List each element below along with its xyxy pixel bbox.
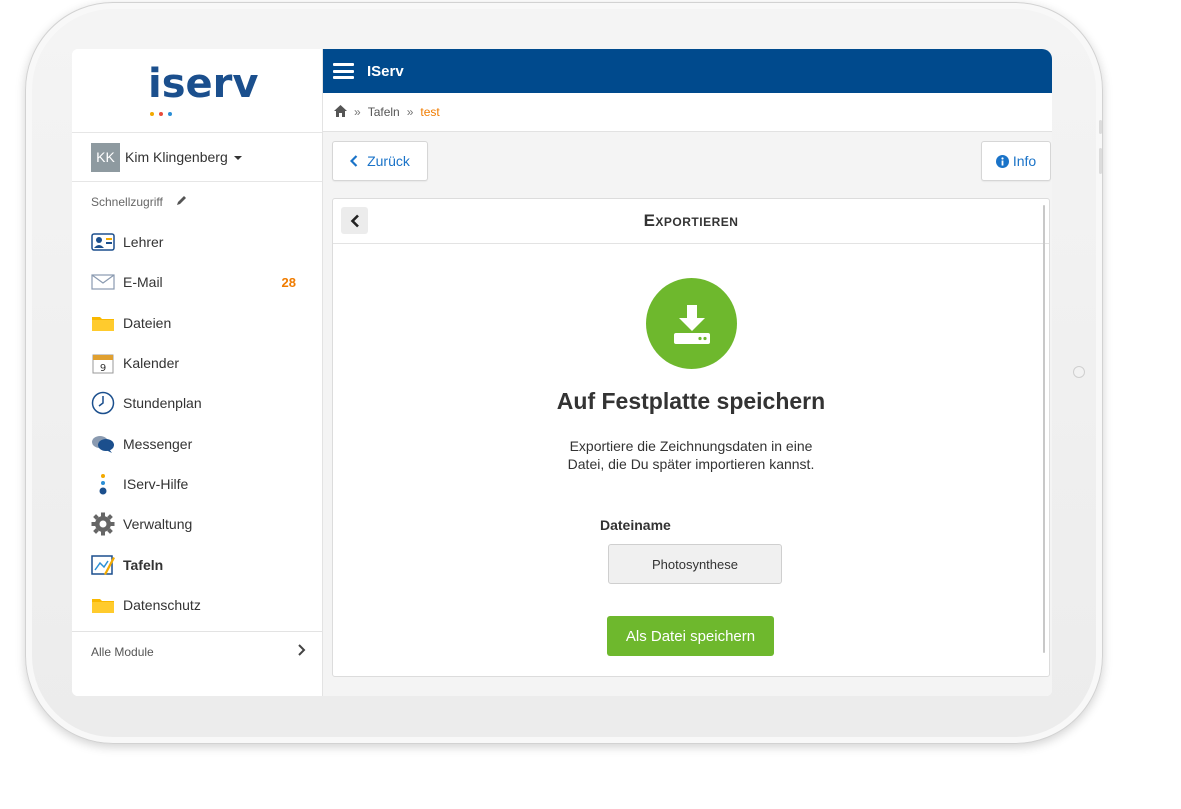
sidebar: iserv KK Kim Klingenberg Schnellzugriff … [72, 49, 323, 696]
sidebar-item-lehrer[interactable]: Lehrer [72, 222, 322, 262]
envelope-icon [91, 270, 115, 294]
chat-bubbles-icon [91, 432, 115, 456]
folder-icon [91, 593, 115, 617]
download-drive-icon [646, 278, 737, 369]
panel-back-button[interactable] [341, 207, 368, 234]
whiteboard-icon [91, 553, 115, 577]
info-button-label: Info [1012, 153, 1037, 169]
sidebar-item-messenger[interactable]: Messenger [72, 423, 322, 463]
back-button-label: Zurück [367, 153, 410, 169]
sidebar-item-stundenplan[interactable]: Stundenplan [72, 383, 322, 423]
save-as-file-button[interactable]: Als Datei speichern [607, 616, 774, 656]
panel-header: Exportieren [333, 199, 1049, 244]
tablet-side-button [1099, 120, 1102, 134]
sidebar-item-label: Verwaltung [123, 516, 193, 533]
hamburger-menu-icon[interactable] [333, 63, 354, 79]
sidebar-item-label: IServ-Hilfe [123, 475, 189, 492]
sidebar-item-dateien[interactable]: Dateien [72, 303, 322, 343]
unread-count-badge: 28 [281, 274, 296, 290]
avatar: KK [91, 142, 120, 172]
sidebar-item-datenschutz[interactable]: Datenschutz [72, 585, 322, 625]
user-menu[interactable]: KK Kim Klingenberg [72, 133, 322, 182]
app-title: IServ [367, 62, 404, 80]
filename-label: Dateiname [600, 517, 671, 533]
home-icon[interactable] [334, 104, 347, 120]
panel-title: Exportieren [643, 211, 739, 230]
sidebar-item-tafeln[interactable]: Tafeln [72, 544, 322, 584]
sidebar-item-kalender[interactable]: 9 Kalender [72, 343, 322, 383]
sidebar-item-iserv-hilfe[interactable]: IServ-Hilfe [72, 464, 322, 504]
chevron-left-icon [350, 214, 360, 228]
breadcrumb-item-tafeln[interactable]: Tafeln [368, 105, 400, 119]
breadcrumb-item-current[interactable]: test [420, 105, 439, 119]
filename-field[interactable]: Photosynthese [608, 544, 782, 584]
sidebar-item-label: Kalender [123, 355, 180, 372]
logo[interactable]: iserv [72, 49, 322, 133]
pencil-icon[interactable] [175, 194, 188, 210]
sidebar-item-label: Datenschutz [123, 596, 201, 613]
contact-card-icon [91, 230, 115, 254]
chevron-right-icon [298, 643, 306, 661]
toolbar: Zurück Info [323, 132, 1052, 192]
export-description: Exportiere die Zeichnungsdaten in eine D… [567, 438, 815, 472]
sidebar-item-verwaltung[interactable]: Verwaltung [72, 504, 322, 544]
tablet-home-button [1073, 366, 1085, 378]
breadcrumb: » Tafeln » test [323, 93, 1052, 132]
caret-down-icon [233, 156, 242, 160]
logo-text: iserv [148, 61, 259, 107]
all-modules-link[interactable]: Alle Module [72, 631, 322, 671]
chevron-left-icon [350, 155, 358, 167]
quick-access-header: Schnellzugriff [72, 182, 322, 222]
sidebar-item-label: Messenger [123, 435, 193, 452]
all-modules-label: Alle Module [91, 644, 154, 659]
export-panel: Exportieren Auf Festplatte speichern Exp… [332, 198, 1050, 677]
tablet-side-button [1099, 148, 1102, 174]
quick-access-label: Schnellzugriff [91, 195, 163, 209]
clock-icon [91, 391, 115, 415]
main-content: IServ » Tafeln » test Zurück Info Export… [323, 49, 1052, 696]
info-circle-icon [995, 154, 1009, 168]
sidebar-item-label: Stundenplan [123, 395, 202, 412]
sidebar-item-email[interactable]: E-Mail 28 [72, 262, 322, 302]
top-bar: IServ [323, 49, 1052, 93]
sidebar-item-label: Tafeln [123, 556, 164, 573]
user-name: Kim Klingenberg [125, 149, 228, 165]
folder-icon [91, 311, 115, 335]
logo-dots [150, 103, 177, 121]
panel-scrollbar[interactable] [1043, 205, 1045, 653]
svg-text:9: 9 [100, 363, 106, 374]
back-button[interactable]: Zurück [332, 141, 428, 181]
info-button[interactable]: Info [981, 141, 1051, 181]
app-screen: iserv KK Kim Klingenberg Schnellzugriff … [72, 49, 1052, 696]
calendar-icon: 9 [91, 351, 115, 375]
breadcrumb-separator: » [406, 105, 414, 119]
sidebar-item-label: E-Mail [123, 274, 163, 291]
breadcrumb-separator: » [354, 105, 361, 119]
gear-icon [91, 512, 115, 536]
export-heading: Auf Festplatte speichern [556, 388, 826, 414]
sidebar-item-label: Dateien [123, 314, 172, 331]
sidebar-item-label: Lehrer [123, 234, 164, 251]
help-dots-icon [91, 472, 115, 496]
